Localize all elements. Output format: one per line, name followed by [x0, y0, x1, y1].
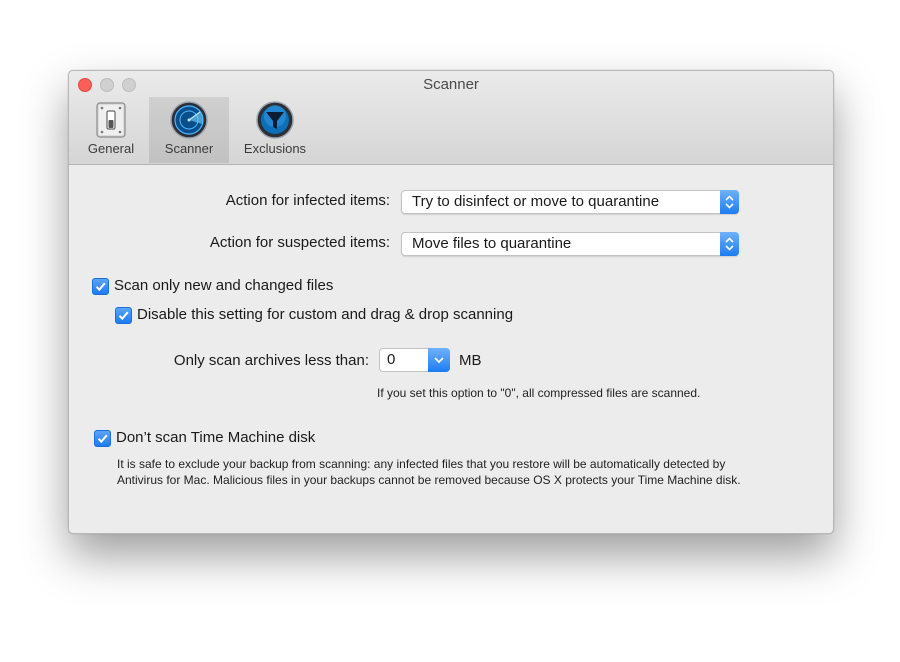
suspected-action-label: Action for suspected items:	[209, 234, 390, 251]
suspected-action-value: Move files to quarantine	[412, 235, 572, 252]
tab-scanner-label: Scanner	[164, 141, 214, 156]
filter-funnel-icon	[256, 101, 294, 139]
scan-new-files-checkbox[interactable]	[92, 278, 109, 295]
checkmark-icon	[118, 311, 129, 321]
radar-icon	[170, 101, 208, 139]
tab-scanner[interactable]: Scanner	[149, 97, 229, 163]
checkmark-icon	[97, 434, 108, 444]
infected-action-popup[interactable]: Try to disinfect or move to quarantine	[401, 190, 739, 214]
tab-exclusions[interactable]: Exclusions	[235, 97, 315, 163]
tab-exclusions-label: Exclusions	[243, 141, 307, 156]
switch-panel-icon	[96, 102, 126, 138]
preferences-window: Scanner General Scanner Exclusions Actio…	[68, 70, 834, 534]
time-machine-label[interactable]: Don’t scan Time Machine disk	[116, 429, 315, 446]
titlebar-toolbar: Scanner General Scanner Exclusions	[69, 71, 833, 165]
window-title: Scanner	[423, 76, 479, 93]
checkmark-icon	[95, 282, 106, 292]
suspected-action-popup[interactable]: Move files to quarantine	[401, 232, 739, 256]
chevron-down-icon[interactable]	[428, 348, 450, 372]
archive-size-value[interactable]: 0	[387, 351, 395, 368]
disable-custom-checkbox[interactable]	[115, 307, 132, 324]
time-machine-checkbox[interactable]	[94, 430, 111, 447]
updown-chevron-icon	[720, 190, 739, 214]
time-machine-note-line-2: Antivirus for Mac. Malicious files in yo…	[117, 473, 741, 487]
archive-size-unit: MB	[459, 352, 482, 369]
time-machine-note-line-1: It is safe to exclude your backup from s…	[117, 457, 726, 471]
tab-general[interactable]: General	[71, 97, 151, 163]
archive-size-note: If you set this option to "0", all compr…	[377, 386, 701, 400]
archive-size-combobox[interactable]: 0	[379, 348, 450, 372]
scan-new-files-label[interactable]: Scan only new and changed files	[114, 277, 333, 294]
infected-action-label: Action for infected items:	[225, 192, 390, 209]
archive-size-label: Only scan archives less than:	[173, 352, 369, 369]
tab-general-label: General	[87, 141, 135, 156]
updown-chevron-icon	[720, 232, 739, 256]
disable-custom-label[interactable]: Disable this setting for custom and drag…	[137, 306, 513, 323]
infected-action-value: Try to disinfect or move to quarantine	[412, 193, 660, 210]
